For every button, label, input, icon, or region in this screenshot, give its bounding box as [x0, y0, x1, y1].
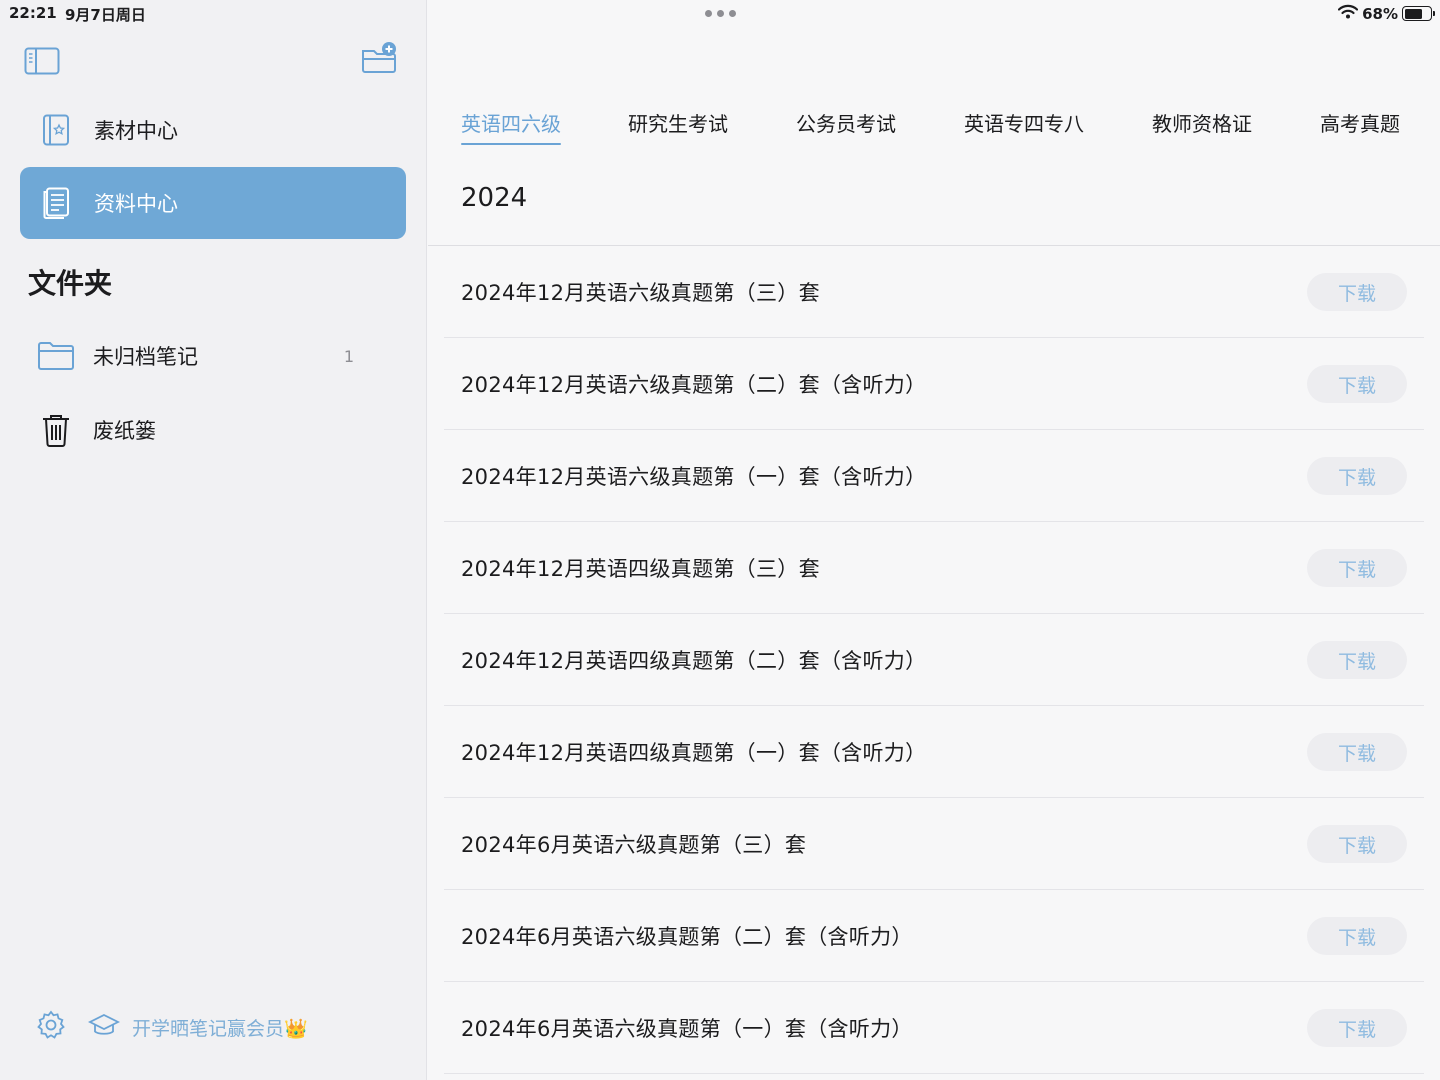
tab-3[interactable]: 英语专四专八: [964, 108, 1084, 145]
download-button[interactable]: 下载: [1307, 641, 1407, 679]
list-item[interactable]: 2024年6月英语六级真题第（三）套 下载: [444, 798, 1424, 890]
download-button[interactable]: 下载: [1307, 733, 1407, 771]
folder-icon: [37, 340, 75, 372]
download-button[interactable]: 下载: [1307, 457, 1407, 495]
download-button[interactable]: 下载: [1307, 273, 1407, 311]
sidebar-footer: 开学晒笔记赢会员👑: [36, 1010, 308, 1044]
list-item[interactable]: 2024年12月英语四级真题第（一）套（含听力） 下载: [444, 706, 1424, 798]
main-content: 68% 英语四六级 研究生考试 公务员考试 英语专四专八 教师资格证 高考真题 2024 …: [428, 0, 1440, 1080]
status-date: 9月7日周日: [65, 6, 146, 24]
list-item[interactable]: 2024年12月英语六级真题第（一）套（含听力） 下载: [444, 430, 1424, 522]
document-title: 2024年12月英语四级真题第（三）套: [461, 556, 820, 581]
nav-resource-center[interactable]: 资料中心: [20, 167, 406, 239]
document-title: 2024年12月英语四级真题第（一）套（含听力）: [461, 740, 927, 765]
document-title: 2024年12月英语六级真题第（一）套（含听力）: [461, 464, 927, 489]
document-title: 2024年12月英语六级真题第（二）套（含听力）: [461, 372, 927, 397]
app-window: 22:21 9月7日周日 素材中心 资料中心 文件夹 未归档笔记 1 废纸篓 开…: [0, 0, 1440, 1080]
more-options-icon[interactable]: [705, 10, 736, 17]
trash-icon: [37, 414, 75, 447]
status-indicators: 68%: [1337, 4, 1435, 23]
sidebar: 22:21 9月7日周日 素材中心 资料中心 文件夹 未归档笔记 1 废纸篓 开…: [0, 0, 427, 1080]
folder-label: 未归档笔记: [93, 345, 198, 369]
tab-2[interactable]: 公务员考试: [796, 108, 896, 145]
tab-0[interactable]: 英语四六级: [461, 108, 561, 145]
list-item[interactable]: 2024年12月英语六级真题第（二）套（含听力） 下载: [444, 338, 1424, 430]
document-title: 2024年12月英语四级真题第（二）套（含听力）: [461, 648, 927, 673]
folder-trash[interactable]: 废纸篓: [20, 400, 406, 460]
download-button[interactable]: 下载: [1307, 549, 1407, 587]
folders-heading: 文件夹: [28, 267, 113, 300]
document-title: 2024年6月英语六级真题第（二）套（含听力）: [461, 924, 913, 949]
category-tabs: 英语四六级 研究生考试 公务员考试 英语专四专八 教师资格证 高考真题: [461, 108, 1400, 145]
nav-label: 资料中心: [94, 192, 178, 216]
document-title: 2024年6月英语六级真题第（三）套: [461, 832, 807, 857]
sidebar-toggle-icon[interactable]: [24, 47, 60, 79]
document-icon: [40, 187, 72, 219]
download-button[interactable]: 下载: [1307, 1009, 1407, 1047]
document-list: 2024年12月英语六级真题第（三）套 下载 2024年12月英语六级真题第（二）套…: [444, 246, 1424, 1074]
material-book-icon: [40, 114, 72, 146]
battery-icon: [1402, 6, 1435, 21]
tab-1[interactable]: 研究生考试: [628, 108, 728, 145]
folder-label: 废纸篓: [93, 419, 156, 443]
tab-5[interactable]: 高考真题: [1320, 108, 1400, 145]
download-button[interactable]: 下载: [1307, 917, 1407, 955]
list-item[interactable]: 2024年12月英语六级真题第（三）套 下载: [444, 246, 1424, 338]
document-title: 2024年12月英语六级真题第（三）套: [461, 280, 820, 305]
list-item[interactable]: 2024年6月英语六级真题第（一）套（含听力） 下载: [444, 982, 1424, 1074]
list-item[interactable]: 2024年12月英语四级真题第（三）套 下载: [444, 522, 1424, 614]
folder-count: 1: [343, 346, 354, 366]
settings-gear-icon[interactable]: [36, 1010, 66, 1044]
status-time: 22:21: [9, 4, 57, 22]
document-title: 2024年6月英语六级真题第（一）套（含听力）: [461, 1016, 913, 1041]
download-button[interactable]: 下载: [1307, 825, 1407, 863]
download-button[interactable]: 下载: [1307, 365, 1407, 403]
nav-material-center[interactable]: 素材中心: [20, 94, 406, 166]
list-item[interactable]: 2024年6月英语六级真题第（二）套（含听力） 下载: [444, 890, 1424, 982]
graduation-cap-icon[interactable]: [87, 1011, 121, 1043]
tab-4[interactable]: 教师资格证: [1152, 108, 1252, 145]
promo-link[interactable]: 开学晒笔记赢会员👑: [132, 1014, 308, 1041]
battery-percent: 68%: [1362, 4, 1398, 23]
nav-label: 素材中心: [94, 119, 178, 143]
wifi-icon: [1337, 4, 1359, 23]
year-heading: 2024: [461, 183, 528, 213]
new-folder-icon[interactable]: [360, 41, 398, 79]
list-item[interactable]: 2024年12月英语四级真题第（二）套（含听力） 下载: [444, 614, 1424, 706]
folder-unarchived-notes[interactable]: 未归档笔记 1: [20, 326, 406, 386]
